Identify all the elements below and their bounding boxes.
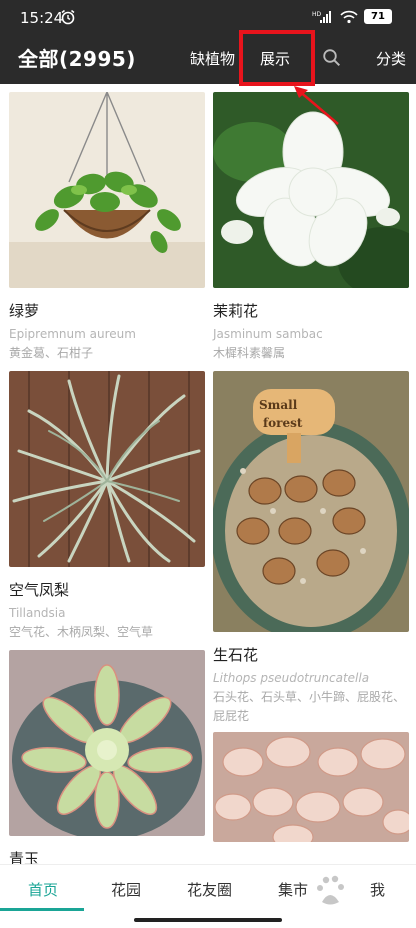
hd-signal-icon: HD (312, 10, 331, 23)
plant-grid[interactable]: 绿萝 Epipremnum aureum 黄金葛、石柑子 茉莉花 Jasminu… (0, 84, 416, 864)
wifi-icon (340, 10, 358, 23)
missing-plant-button[interactable]: 缺植物 (190, 48, 235, 69)
plant-name: 茉莉花 (213, 302, 259, 320)
plant-image (9, 91, 205, 288)
svg-text:HD: HD (312, 11, 322, 18)
plant-card-jasmine[interactable]: 茉莉花 Jasminum sambac 木樨科素馨属 (213, 92, 416, 363)
plant-image (9, 650, 205, 840)
status-bar: 15:24 HD 71 (0, 0, 416, 34)
plant-name: 青玉 (9, 850, 40, 864)
plant-card-lithops[interactable]: Small forest 生石花 Lithops pseudotruncatel… (211, 371, 411, 726)
plant-alias: 石头花、石头草、小牛蹄、屁股花、屁屁花 (213, 690, 406, 723)
page-title: 全部(2995) (18, 47, 136, 71)
plant-name: 生石花 (213, 646, 259, 664)
plant-card-tillandsia[interactable]: 空气凤梨 Tillandsia 空气花、木柄凤梨、空气草 (9, 371, 205, 642)
plant-card-pothos[interactable]: 绿萝 Epipremnum aureum 黄金葛、石柑子 (9, 91, 205, 363)
plant-image (213, 732, 414, 850)
search-icon[interactable] (322, 48, 342, 68)
plant-alias: 空气花、木柄凤梨、空气草 (9, 625, 154, 639)
annotation-arrow-icon (294, 86, 339, 125)
alarm-icon (61, 9, 75, 25)
plant-alias: 黄金葛、石柑子 (9, 346, 94, 360)
plant-image: Small forest (211, 371, 411, 641)
plant-name: 空气凤梨 (9, 581, 70, 599)
svg-text:Small: Small (259, 398, 298, 412)
status-time: 15:24 (20, 9, 64, 27)
plant-latin-name: Lithops pseudotruncatella (213, 671, 370, 685)
category-button[interactable]: 分类 (376, 48, 406, 69)
tab-community[interactable]: 花友圈 (187, 879, 232, 900)
baidu-watermark-logo (317, 875, 344, 905)
plant-latin-name: Epipremnum aureum (9, 327, 136, 341)
active-tab-indicator (0, 908, 84, 911)
annotation-highlight-box (239, 30, 315, 86)
battery-icon: 71 (364, 9, 392, 24)
home-indicator[interactable] (134, 918, 282, 922)
plant-name: 绿萝 (9, 302, 40, 320)
plant-card-echeveria[interactable]: 青玉 (9, 650, 205, 864)
plant-latin-name: Tillandsia (9, 606, 66, 620)
plant-image (9, 371, 205, 567)
svg-text:forest: forest (263, 416, 303, 430)
tab-garden[interactable]: 花园 (111, 879, 141, 900)
plant-card-succulents[interactable] (213, 732, 414, 850)
app-bar: 全部(2995) 缺植物 展示 分类 (0, 34, 416, 84)
plant-alias: 木樨科素馨属 (213, 346, 286, 360)
tab-home[interactable]: 首页 (28, 879, 58, 900)
plant-latin-name: Jasminum sambac (213, 327, 323, 341)
